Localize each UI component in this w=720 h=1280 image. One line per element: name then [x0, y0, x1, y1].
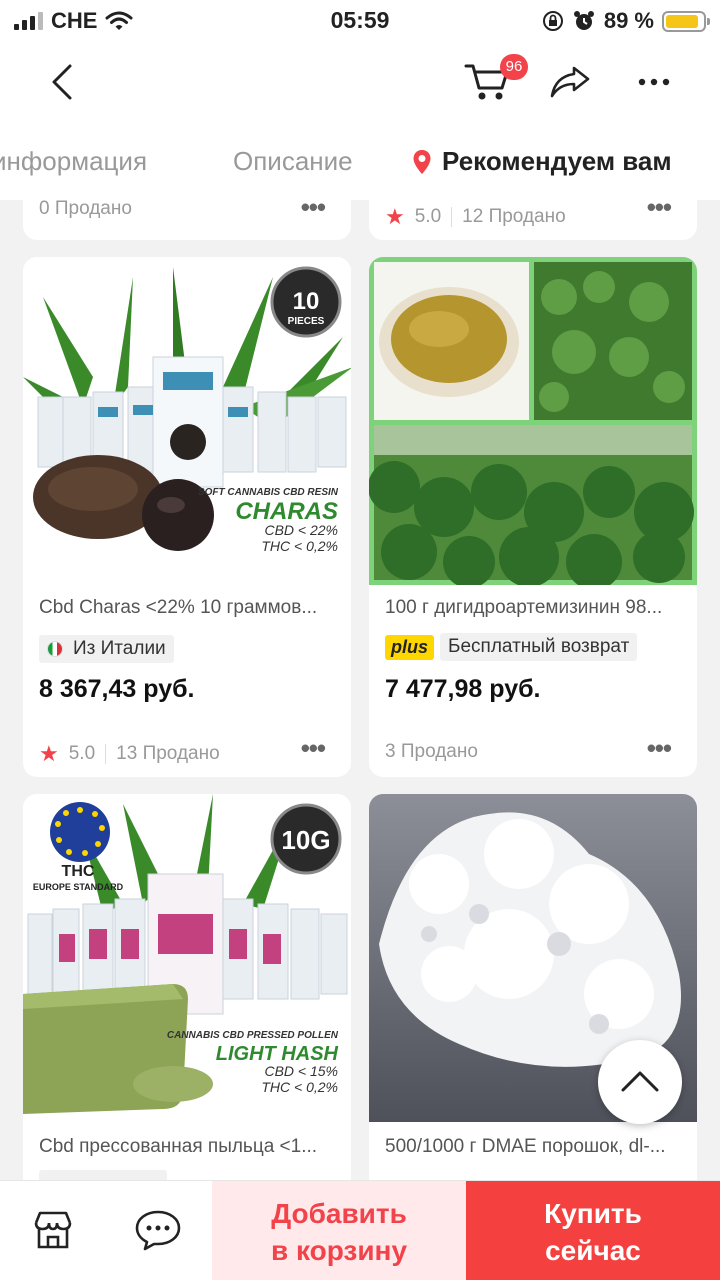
italy-flag-icon — [47, 641, 63, 657]
eu-thc-text: THC — [62, 863, 95, 880]
sold-count: 3 Продано — [385, 741, 478, 762]
weight-badge: 10G — [281, 825, 330, 855]
store-icon[interactable] — [32, 1209, 74, 1251]
product-image: 10 PIECES SOFT CANNABIS CBD RESIN CHARAS… — [23, 257, 351, 577]
pieces-badge-number: 10 — [293, 288, 320, 315]
plus-badge: plus — [385, 634, 435, 660]
tab-info[interactable]: информация — [0, 146, 147, 177]
share-icon[interactable] — [548, 62, 592, 102]
star-icon: ★ — [385, 204, 405, 229]
free-return-tag: Бесплатный возврат — [440, 633, 638, 661]
image-caption-1: SOFT CANNABIS CBD RESIN — [198, 487, 339, 498]
cart-count-badge: 96 — [500, 54, 528, 80]
image-caption-4: THC < 0,2% — [261, 538, 338, 554]
origin-tag — [39, 1170, 167, 1180]
tab-recommended[interactable]: Рекомендуем вам — [412, 146, 672, 177]
top-nav: 96 — [0, 42, 720, 122]
image-caption-1: CANNABIS CBD PRESSED POLLEN — [167, 1030, 339, 1041]
scroll-to-top-button[interactable] — [598, 1040, 682, 1124]
tag-row: plus Бесплатный возврат — [385, 633, 638, 661]
product-title: 500/1000 г DMAE порошок, dl-... — [385, 1136, 666, 1157]
product-title: Cbd Charas <22% 10 граммов... — [39, 597, 318, 618]
star-icon: ★ — [39, 741, 59, 766]
product-title: 100 г дигидроартемизинин 98... — [385, 597, 663, 618]
image-caption-2: CHARAS — [235, 498, 338, 525]
alarm-icon — [573, 11, 594, 30]
tab-description[interactable]: Описание — [233, 146, 353, 177]
product-card[interactable]: ★ 5.0 12 Продано ••• — [369, 200, 697, 240]
product-title: Cbd прессованная пыльца <1... — [39, 1136, 318, 1157]
card-more-icon[interactable]: ••• — [301, 200, 326, 223]
buy-now-label: Купить сейчас — [544, 1198, 642, 1266]
add-to-cart-label: Добавить в корзину — [270, 1198, 408, 1266]
battery-icon — [662, 10, 710, 32]
add-to-cart-button[interactable]: Добавить в корзину — [212, 1181, 466, 1280]
product-card[interactable]: 10 PIECES SOFT CANNABIS CBD RESIN CHARAS… — [23, 257, 351, 777]
card-more-icon[interactable]: ••• — [647, 733, 672, 764]
buy-now-button[interactable]: Купить сейчас — [466, 1181, 720, 1280]
product-price: 8 367,43 руб. — [39, 675, 195, 703]
back-arrow-icon[interactable] — [40, 60, 84, 104]
sold-count: 0 Продано — [39, 200, 132, 219]
section-tabs: информация Описание Рекомендуем вам — [0, 122, 720, 200]
rating-row: ★ 5.0 12 Продано — [385, 204, 566, 229]
image-caption-4: THC < 0,2% — [261, 1079, 338, 1095]
tab-recommended-label: Рекомендуем вам — [442, 146, 672, 176]
eu-standard-text: EUROPE STANDARD — [33, 882, 124, 892]
product-card[interactable]: THC EUROPE STANDARD 10G CANNABIS CBD PRE… — [23, 794, 351, 1180]
tag-row: Из Италии — [39, 635, 174, 663]
product-price: 7 477,98 руб. — [385, 675, 541, 703]
more-options-icon[interactable] — [632, 64, 676, 100]
image-caption-3: CBD < 15% — [264, 1063, 338, 1079]
product-card[interactable]: 0 Продано ••• — [23, 200, 351, 240]
recommendations-feed: 0 Продано ••• ★ 5.0 12 Продано ••• 10 PI… — [0, 200, 720, 1180]
pieces-badge-label: PIECES — [288, 316, 325, 327]
rotation-lock-icon — [542, 11, 563, 31]
product-card[interactable]: 100 г дигидроартемизинин 98... plus Бесп… — [369, 257, 697, 777]
location-pin-icon — [413, 149, 431, 174]
battery-percent: 89 % — [603, 8, 654, 33]
chevron-up-icon — [621, 1071, 659, 1092]
card-more-icon[interactable]: ••• — [647, 200, 672, 223]
origin-tag: Из Италии — [39, 635, 174, 663]
rating-row: ★ 5.0 13 Продано — [39, 741, 220, 766]
card-more-icon[interactable]: ••• — [301, 733, 326, 764]
status-bar: CHE 05:59 89 % — [0, 0, 720, 42]
image-caption-3: CBD < 22% — [264, 522, 338, 538]
chat-icon[interactable] — [134, 1209, 182, 1251]
tag-row — [39, 1170, 167, 1180]
product-image — [369, 257, 697, 585]
bottom-action-bar: Добавить в корзину Купить сейчас — [0, 1180, 720, 1280]
image-caption-2: LIGHT HASH — [216, 1043, 339, 1065]
product-image: THC EUROPE STANDARD 10G CANNABIS CBD PRE… — [23, 794, 351, 1122]
status-right: 89 % — [542, 8, 710, 34]
